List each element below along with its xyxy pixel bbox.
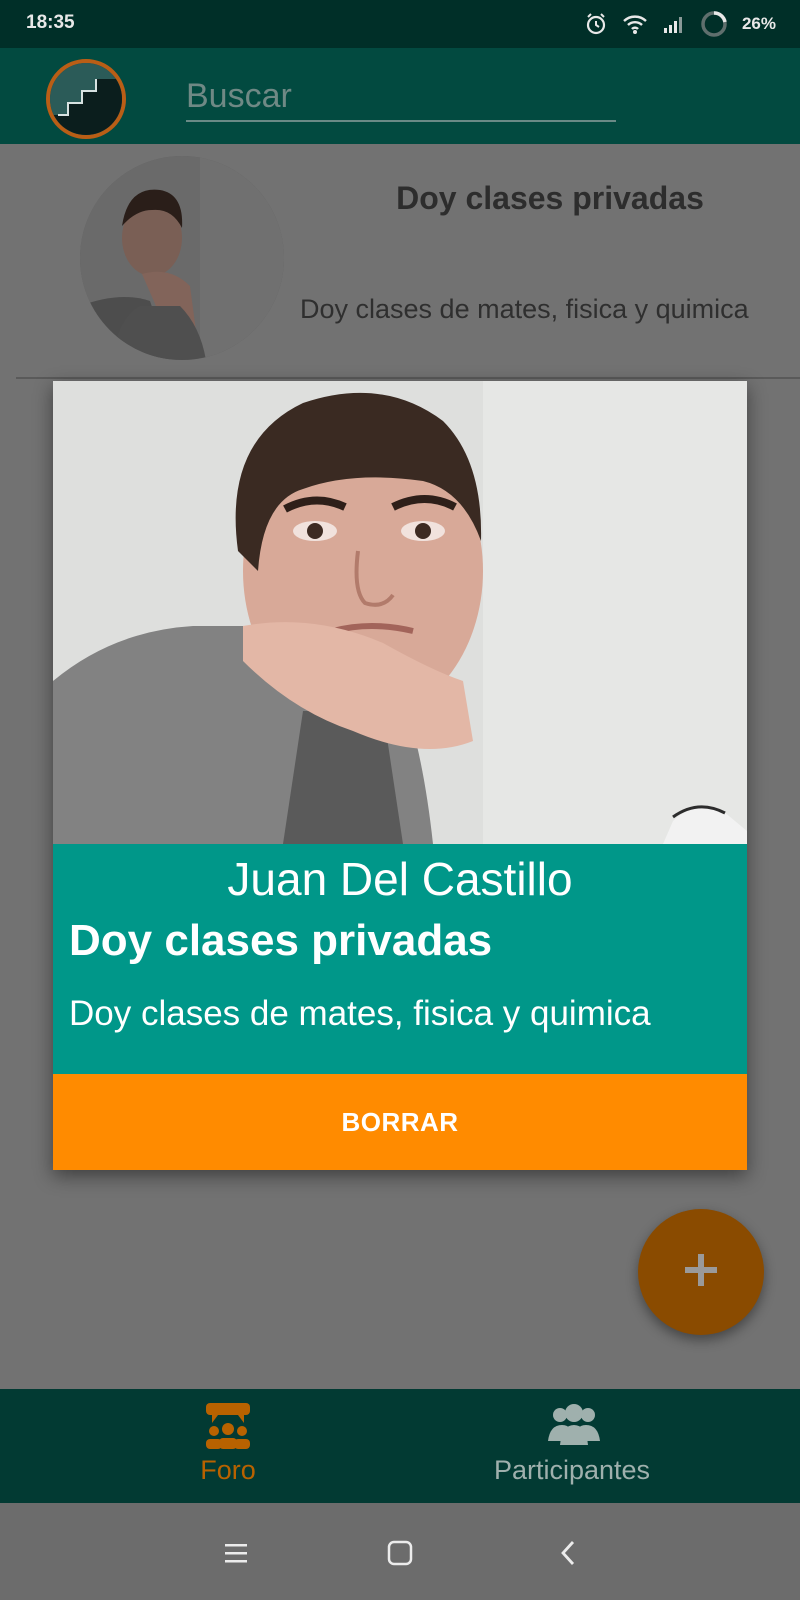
delete-button[interactable]: BORRAR (53, 1074, 747, 1170)
status-icons: 26% (584, 10, 776, 38)
post-title: Doy clases privadas (396, 180, 704, 216)
list-divider (16, 377, 800, 379)
dialog-info: Juan Del Castillo Doy clases privadas Do… (53, 844, 747, 1074)
app-bar: Buscar (0, 48, 800, 144)
menu-icon[interactable] (214, 1531, 258, 1575)
bottom-navigation: Foro Participantes (0, 1389, 800, 1503)
dialog-post-description: Doy clases de mates, fisica y quimica (69, 994, 651, 1033)
author-name: Juan Del Castillo (227, 853, 573, 905)
tab-foro-label: Foro (200, 1455, 256, 1485)
dialog-post-title: Doy clases privadas (69, 916, 493, 965)
post-avatar (80, 156, 284, 360)
battery-ring-icon (700, 10, 728, 38)
wifi-icon (622, 13, 648, 35)
alarm-icon (584, 12, 608, 36)
status-time: 18:35 (26, 12, 75, 33)
signal-icon (662, 14, 686, 34)
post-detail-dialog: Juan Del Castillo Doy clases privadas Do… (53, 381, 747, 1170)
status-bar: 18:35 26% (0, 0, 800, 48)
battery-percent: 26% (741, 14, 776, 33)
back-icon[interactable] (546, 1531, 590, 1575)
post-description: Doy clases de mates, fisica y quimica (300, 294, 749, 324)
plus-icon (681, 1250, 721, 1294)
tab-participantes[interactable]: Participantes (372, 1389, 772, 1503)
app-logo[interactable] (46, 59, 126, 139)
home-icon[interactable] (378, 1531, 422, 1575)
tab-participantes-label: Participantes (493, 1455, 651, 1485)
system-navigation-bar (0, 1503, 800, 1600)
add-post-button[interactable] (638, 1209, 764, 1335)
search-input[interactable]: Buscar (186, 72, 616, 122)
profile-photo (53, 381, 747, 844)
tab-foro[interactable]: Foro (28, 1389, 428, 1503)
